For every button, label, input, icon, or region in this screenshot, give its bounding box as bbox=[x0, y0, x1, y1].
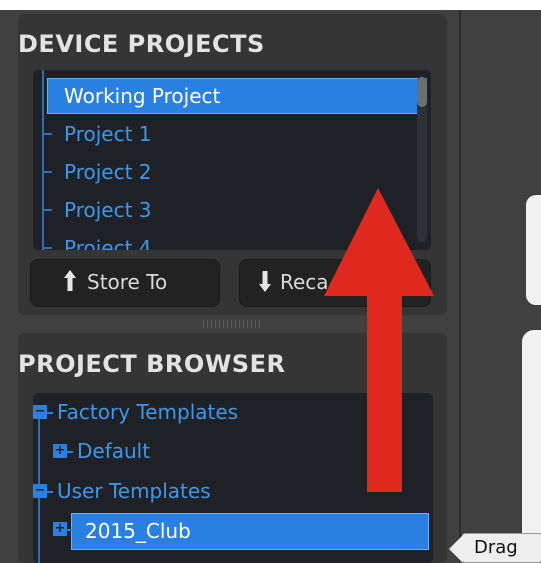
project-browser-title: PROJECT BROWSER bbox=[18, 350, 286, 378]
right-card-bottom bbox=[522, 330, 541, 560]
list-item-label: Project 3 bbox=[64, 198, 152, 222]
collapse-toggle-icon[interactable]: − bbox=[33, 484, 47, 498]
pane-divider[interactable] bbox=[459, 10, 461, 555]
project-browser-tree[interactable]: − Factory Templates + Default − User Tem… bbox=[33, 393, 433, 563]
tree-node-label: Default bbox=[77, 439, 151, 463]
recall-label: Reca bbox=[280, 270, 329, 294]
list-scrollbar-thumb[interactable] bbox=[417, 77, 427, 107]
tree-connector bbox=[38, 417, 40, 492]
top-strip bbox=[0, 0, 541, 10]
tree-dash bbox=[47, 412, 53, 414]
list-item-project-2[interactable]: Project 2 bbox=[33, 154, 417, 190]
store-to-label: Store To bbox=[87, 270, 168, 294]
tree-tick bbox=[43, 171, 52, 173]
right-card-top bbox=[526, 195, 541, 305]
expand-toggle-icon[interactable]: + bbox=[53, 522, 67, 536]
tree-node-label: 2015_Club bbox=[85, 519, 191, 543]
tree-dash bbox=[67, 529, 73, 531]
tree-node-label: Factory Templates bbox=[57, 400, 239, 424]
list-item-project-3[interactable]: Project 3 bbox=[33, 192, 417, 228]
collapse-toggle-icon[interactable]: − bbox=[33, 405, 47, 419]
tree-dash bbox=[47, 491, 53, 493]
device-projects-list[interactable]: Working Project Project 1 Project 2 Proj… bbox=[33, 70, 431, 250]
list-item-label: Project 2 bbox=[64, 160, 152, 184]
list-item-label: Project 4 bbox=[64, 236, 152, 250]
drag-tooltip: Drag bbox=[449, 533, 541, 563]
tree-node-2015-club[interactable]: + 2015_Club bbox=[33, 513, 433, 550]
expand-toggle-icon[interactable]: + bbox=[53, 444, 67, 458]
tree-node-label: User Templates bbox=[57, 479, 211, 503]
tree-tick bbox=[43, 247, 52, 249]
list-item-working-project[interactable]: Working Project bbox=[47, 78, 427, 114]
list-item-label: Project 1 bbox=[64, 122, 152, 146]
device-projects-title: DEVICE PROJECTS bbox=[18, 30, 265, 58]
tree-dash bbox=[67, 451, 73, 453]
store-to-button[interactable]: Store To bbox=[30, 259, 220, 307]
recall-button[interactable]: Reca bbox=[239, 259, 431, 307]
tooltip-pointer bbox=[449, 535, 463, 563]
list-item-label: Working Project bbox=[64, 84, 221, 108]
tree-tick bbox=[43, 133, 52, 135]
arrow-up-icon bbox=[63, 269, 77, 298]
tree-tick bbox=[43, 209, 52, 211]
panel-resize-grip[interactable] bbox=[203, 320, 263, 328]
list-item-project-1[interactable]: Project 1 bbox=[33, 116, 417, 152]
list-item-project-4[interactable]: Project 4 bbox=[33, 230, 417, 250]
arrow-down-icon bbox=[258, 269, 272, 298]
